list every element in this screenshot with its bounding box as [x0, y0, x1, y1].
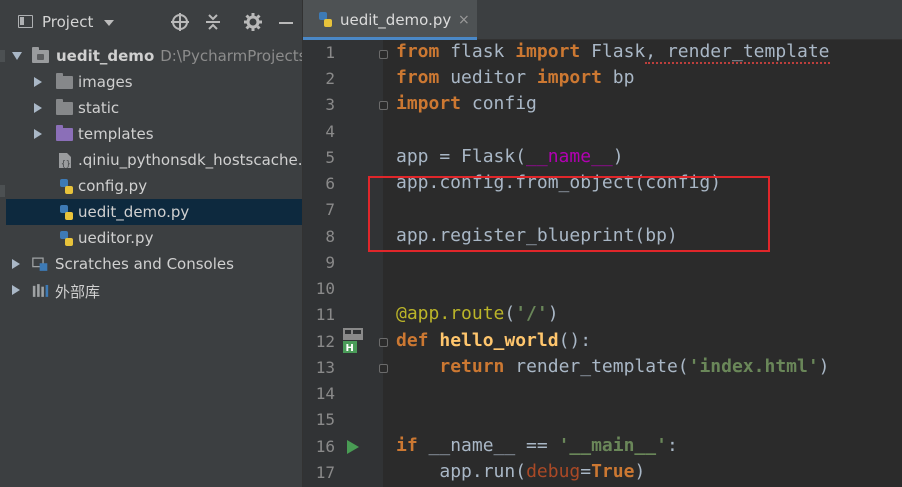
fold-marker[interactable]	[379, 338, 388, 347]
tree-item-label: static	[78, 99, 120, 117]
tree-item-static[interactable]: static	[6, 95, 302, 121]
fold-marker[interactable]	[379, 101, 388, 110]
locate-icon[interactable]	[170, 12, 190, 32]
tree-item-qiniu-cache[interactable]: {} .qiniu_pythonsdk_hostscache.js	[6, 147, 302, 173]
python-file-icon	[60, 179, 73, 194]
svg-text:H: H	[346, 343, 354, 354]
code-line: @app.route('/')	[396, 303, 559, 324]
tree-item-uedit-demo-py[interactable]: uedit_demo.py	[6, 199, 302, 225]
tree-item-images[interactable]: images	[6, 69, 302, 95]
tool-strip-mark[interactable]	[0, 50, 5, 62]
line-number: 9	[325, 253, 335, 272]
tree-item-label: templates	[78, 125, 154, 143]
scratches-icon	[32, 257, 48, 271]
tree-item-label: 外部库	[55, 283, 101, 301]
tool-strip-mark[interactable]	[0, 185, 5, 197]
svg-text:{}: {}	[61, 159, 71, 168]
code-line: app = Flask(__name__)	[396, 146, 624, 167]
line-number-gutter: 1 2 3 4 5 6 7 8 9 10 11 12 13 14 15 16 1…	[303, 40, 388, 487]
line-number: 5	[325, 148, 335, 167]
gear-icon[interactable]	[243, 12, 263, 32]
tree-item-label: uedit_demo	[56, 47, 155, 65]
tree-item-label: config.py	[78, 177, 148, 195]
folder-icon	[56, 99, 73, 115]
chevron-right-icon[interactable]	[34, 77, 42, 87]
line-number: 12	[315, 332, 335, 351]
project-folder-icon	[18, 15, 33, 28]
line-number: 14	[315, 384, 335, 403]
editor-tab-bar: uedit_demo.py ×	[303, 0, 902, 40]
tree-item-external-libs[interactable]: 外部库	[6, 277, 302, 303]
python-file-icon	[60, 205, 73, 220]
chevron-right-icon[interactable]	[12, 259, 20, 269]
project-header: Project	[6, 0, 302, 44]
chevron-right-icon[interactable]	[34, 129, 42, 139]
collapse-all-icon[interactable]	[203, 12, 223, 32]
line-number: 10	[315, 279, 335, 298]
code-line: from ueditor import bp	[396, 67, 635, 88]
run-icon[interactable]	[347, 440, 359, 454]
tree-item-scratches[interactable]: Scratches and Consoles	[6, 251, 302, 277]
fold-marker[interactable]	[379, 50, 388, 59]
line-number: 6	[325, 174, 335, 193]
chevron-down-icon[interactable]	[104, 20, 114, 26]
highlight-annotation	[368, 176, 770, 252]
chevron-down-icon[interactable]	[12, 52, 22, 60]
chevron-right-icon[interactable]	[34, 103, 42, 113]
code-line: app.run(debug=True)	[439, 461, 646, 482]
route-handler-icon[interactable]: H	[341, 328, 365, 354]
tab-label: uedit_demo.py	[340, 11, 452, 29]
line-number: 11	[315, 305, 335, 324]
code-line: if __name__ == '__main__':	[396, 435, 678, 456]
tree-item-uedit-demo[interactable]: uedit_demo D:\PycharmProjects\	[6, 43, 302, 69]
line-number: 2	[325, 69, 335, 88]
tree-item-templates[interactable]: templates	[6, 121, 302, 147]
json-file-icon: {}	[59, 153, 71, 168]
code-line: import config	[396, 93, 537, 114]
tree-item-label: ueditor.py	[78, 229, 154, 247]
line-number: 1	[325, 43, 335, 62]
folder-icon	[56, 73, 73, 89]
tree-item-label: images	[78, 73, 133, 91]
tree-item-label: .qiniu_pythonsdk_hostscache.js	[78, 151, 302, 169]
library-icon	[32, 284, 49, 297]
line-number: 17	[315, 463, 335, 482]
code-line: from flask import Flask, render_template	[396, 41, 830, 64]
minimize-icon[interactable]	[276, 12, 296, 32]
project-panel: Project uedit_demoD:\PycharmProjects\ i	[6, 0, 302, 487]
tree-item-ueditor-py[interactable]: ueditor.py	[6, 225, 302, 251]
line-number: 7	[325, 200, 335, 219]
line-number: 8	[325, 227, 335, 246]
tab-uedit-demo-py[interactable]: uedit_demo.py ×	[303, 0, 477, 40]
python-file-icon	[60, 231, 73, 246]
line-number: 4	[325, 122, 335, 141]
python-file-icon	[319, 12, 332, 27]
tree-item-config-py[interactable]: config.py	[6, 173, 302, 199]
line-number: 3	[325, 95, 335, 114]
tree-item-label: Scratches and Consoles	[55, 255, 234, 273]
line-number: 16	[315, 437, 335, 456]
tree-item-label: uedit_demo.py	[78, 203, 190, 221]
project-title[interactable]: Project	[42, 13, 93, 31]
chevron-right-icon[interactable]	[12, 285, 20, 295]
close-icon[interactable]: ×	[458, 12, 470, 28]
code-line: return render_template('index.html')	[439, 356, 830, 377]
tree-item-path: D:\PycharmProjects\	[160, 47, 302, 65]
templates-folder-icon	[56, 125, 73, 141]
folder-icon	[32, 47, 49, 63]
line-number: 15	[315, 410, 335, 429]
fold-marker[interactable]	[379, 364, 388, 373]
line-number: 13	[315, 358, 335, 377]
code-line: def hello_world():	[396, 330, 592, 351]
